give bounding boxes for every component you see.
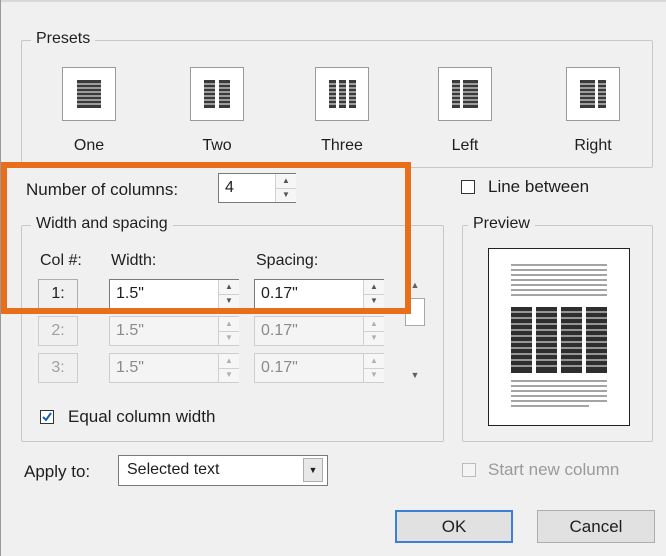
spin-up-icon: ▲ [219, 317, 239, 332]
dropdown-arrow-button[interactable]: ▼ [303, 458, 323, 482]
highlight-annotation-box [1, 162, 411, 314]
apply-to-value: Selected text [127, 461, 220, 478]
preset-three-button[interactable] [315, 67, 369, 121]
line-between-checkbox[interactable] [461, 180, 475, 194]
col-3-width-value: 1.5" [116, 359, 144, 376]
presets-group-title: Presets [31, 30, 96, 48]
spin-down-icon: ▼ [370, 370, 378, 379]
preset-two-button[interactable] [190, 67, 244, 121]
col-2-width-spinner: ▲ ▼ [218, 317, 239, 345]
three-columns-icon [328, 80, 356, 108]
checkmark-icon [42, 412, 52, 422]
preset-left-label: Left [451, 137, 479, 154]
col-3-button: 3: [38, 353, 78, 383]
dialog-top-edge [0, 0, 666, 2]
start-new-column-checkbox [462, 463, 476, 477]
preset-two-label: Two [202, 137, 232, 154]
equal-column-width-label: Equal column width [68, 407, 216, 426]
col-2-width-input: 1.5" ▲ ▼ [109, 316, 239, 346]
preset-one-label: One [73, 137, 105, 154]
preset-right-button[interactable] [566, 67, 620, 121]
col-2-button: 2: [38, 316, 78, 346]
left-columns-icon [451, 80, 479, 108]
col-2-width-value: 1.5" [116, 322, 144, 339]
preview-page [488, 248, 630, 426]
apply-to-dropdown[interactable]: Selected text ▼ [118, 455, 328, 486]
cancel-button[interactable]: Cancel [537, 510, 655, 543]
start-new-column-label: Start new column [488, 460, 620, 479]
equal-column-width-checkbox[interactable] [40, 410, 54, 424]
spin-up-icon: ▲ [364, 317, 384, 332]
col-3-spacing-input: 0.17" ▲ ▼ [254, 353, 384, 383]
spin-down-icon: ▼ [225, 370, 233, 379]
col-3-spacing-spinner: ▲ ▼ [363, 354, 384, 382]
line-between-label: Line between [488, 177, 590, 196]
one-column-icon [77, 80, 101, 108]
spin-down-icon: ▼ [225, 333, 233, 342]
spin-up-icon: ▲ [219, 354, 239, 369]
preview-group-title: Preview [468, 215, 535, 233]
preview-columns-graphic [511, 264, 607, 407]
preset-right-label: Right [574, 137, 612, 154]
right-columns-icon [579, 80, 607, 108]
col-2-spacing-input: 0.17" ▲ ▼ [254, 316, 384, 346]
col-2-spacing-value: 0.17" [261, 322, 298, 339]
col-3-spacing-value: 0.17" [261, 359, 298, 376]
ok-button[interactable]: OK [395, 510, 513, 543]
preset-left-button[interactable] [438, 67, 492, 121]
preset-three-label: Three [321, 137, 363, 154]
scroll-down-icon[interactable]: ▼ [402, 366, 428, 384]
preset-one-button[interactable] [62, 67, 116, 121]
col-3-width-spinner: ▲ ▼ [218, 354, 239, 382]
spin-down-icon: ▼ [370, 333, 378, 342]
spin-up-icon: ▲ [364, 354, 384, 369]
two-columns-icon [203, 80, 231, 108]
col-2-spacing-spinner: ▲ ▼ [363, 317, 384, 345]
apply-to-label: Apply to: [24, 462, 91, 481]
col-3-width-input: 1.5" ▲ ▼ [109, 353, 239, 383]
